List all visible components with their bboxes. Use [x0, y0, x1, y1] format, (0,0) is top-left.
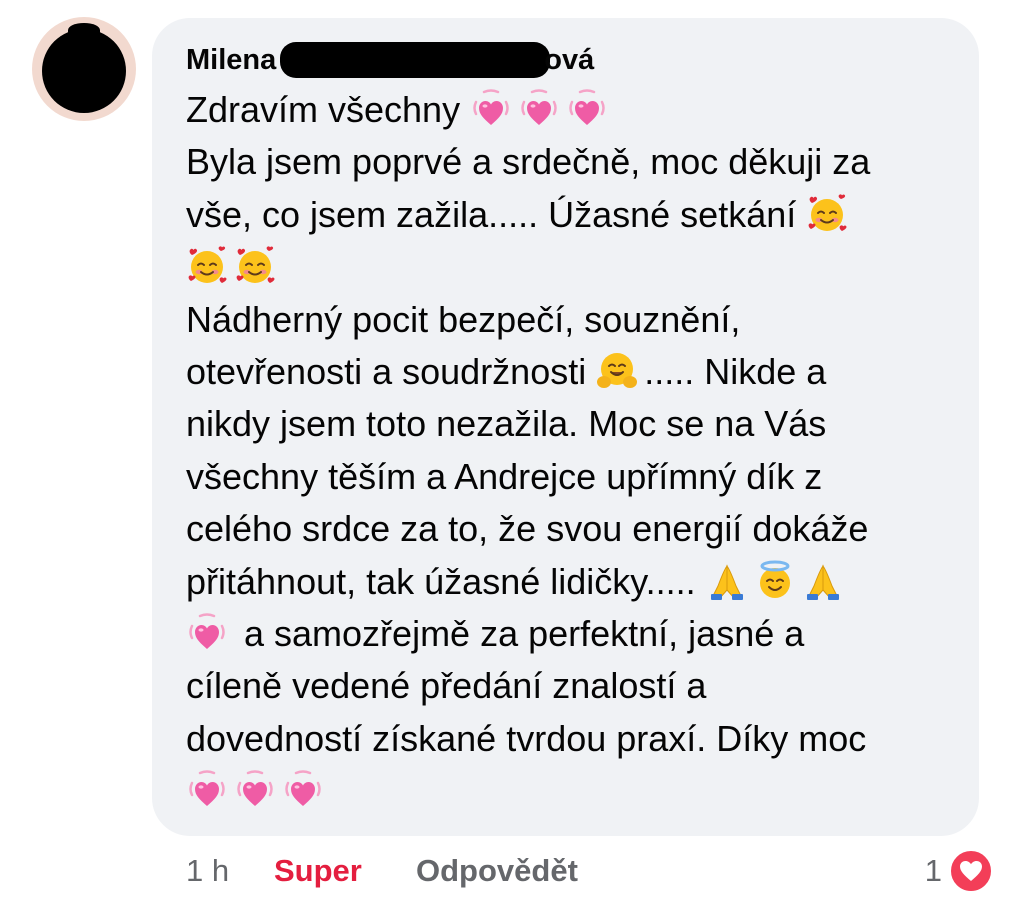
comment-line: Nádherný pocit bezpečí, souznění,: [186, 294, 961, 346]
avatar-redaction: [42, 29, 126, 113]
folded-hands-icon: [802, 560, 844, 602]
growing-heart-icon: [234, 769, 276, 811]
smiling-face-with-hearts-icon: [234, 245, 276, 287]
react-button[interactable]: Super: [274, 846, 362, 896]
comment-text-segment: celého srdce za to, že svou energií doká…: [186, 508, 869, 550]
smiling-face-with-hearts-icon: [806, 193, 848, 235]
comment-line: dovedností získané tvrdou praxí. Díky mo…: [186, 713, 961, 765]
growing-heart-icon: [518, 88, 560, 130]
comment-text-segment: a samozřejmě za perfektní, jasné a: [234, 612, 805, 654]
comment-line: vše, co jsem zažila..... Úžasné setkání: [186, 189, 961, 241]
author-name-redaction: [280, 42, 551, 78]
avatar[interactable]: [32, 17, 136, 121]
comment-line: [186, 765, 961, 817]
smiling-face-with-halo-icon: [754, 560, 796, 602]
comment-line: celého srdce za to, že svou energií doká…: [186, 503, 961, 555]
author-name[interactable]: Milena ová: [186, 40, 594, 80]
smiling-face-with-hearts-icon: [186, 245, 228, 287]
comment-line: Byla jsem poprvé a srdečně, moc děkuji z…: [186, 136, 961, 188]
comment-text-segment: dovedností získané tvrdou praxí. Díky mo…: [186, 717, 867, 759]
comment-line: přitáhnout, tak úžasné lidičky.....: [186, 556, 961, 608]
comment-text-segment: nikdy jsem toto nezažila. Moc se na Vás: [186, 403, 827, 445]
comment-text: Zdravím všechny Byla jsem poprvé a srdeč…: [186, 84, 961, 817]
comment-line: a samozřejmě za perfektní, jasné a: [186, 608, 961, 660]
reaction-summary[interactable]: 1: [925, 846, 994, 896]
hugging-face-icon: [596, 350, 638, 392]
growing-heart-icon: [566, 88, 608, 130]
comment-text-segment: všechny těším a Andrejce upřímný dík z: [186, 455, 823, 497]
comment-text-segment: Zdravím všechny: [186, 89, 471, 130]
author-first-name: Milena: [186, 43, 277, 76]
comment-text-segment: ..... Nikde a: [644, 350, 827, 392]
comment-text-segment: přitáhnout, tak úžasné lidičky.....: [186, 560, 706, 602]
comment-line: cíleně vedené předání znalostí a: [186, 660, 961, 712]
reply-button[interactable]: Odpovědět: [416, 846, 578, 896]
comment-line: Zdravím všechny: [186, 84, 961, 136]
growing-heart-icon: [186, 769, 228, 811]
growing-heart-icon: [186, 612, 228, 654]
comment-line: nikdy jsem toto nezažila. Moc se na Vás: [186, 398, 961, 450]
comment-text-segment: Byla jsem poprvé a srdečně, moc děkuji z…: [186, 141, 871, 183]
comment-text-segment: vše, co jsem zažila..... Úžasné setkání: [186, 193, 807, 235]
growing-heart-icon: [282, 769, 324, 811]
folded-hands-icon: [706, 560, 748, 602]
author-last-name-visible: ová: [544, 43, 595, 76]
comment-text-segment: cíleně vedené předání znalostí a: [186, 665, 707, 707]
growing-heart-icon: [470, 88, 512, 130]
comment-screen: Milena ová Zdravím všechny Byla jsem pop…: [0, 0, 1024, 901]
comment-line: otevřenosti a soudržnosti ..... Nikde a: [186, 346, 961, 398]
timestamp[interactable]: 1 h: [186, 846, 229, 896]
love-reaction-icon: [948, 848, 994, 894]
reaction-count: 1: [924, 853, 942, 888]
comment-text-segment: Nádherný pocit bezpečí, souznění,: [186, 298, 741, 340]
comment-text-segment: otevřenosti a soudržnosti: [186, 350, 597, 392]
comment-line: všechny těším a Andrejce upřímný dík z: [186, 451, 961, 503]
comment-line: [186, 241, 961, 293]
